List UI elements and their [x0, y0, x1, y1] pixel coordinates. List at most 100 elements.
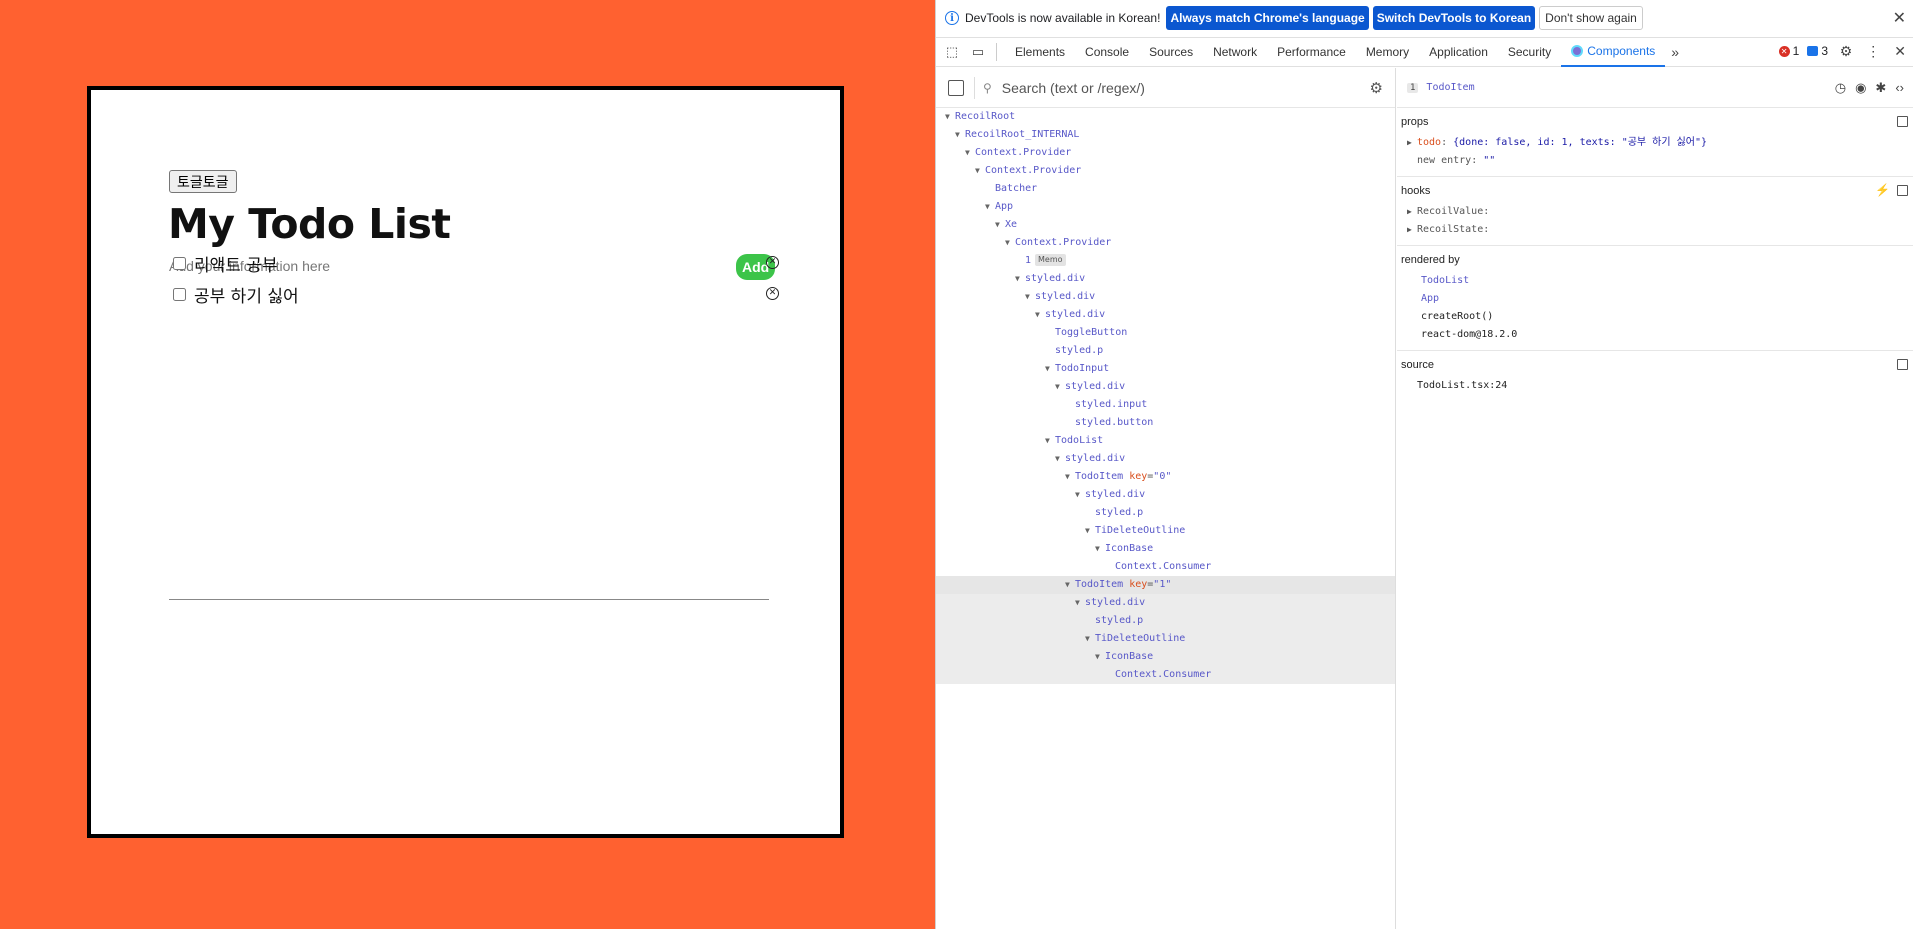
tab-performance[interactable]: Performance — [1267, 38, 1356, 67]
expand-arrow-icon[interactable]: ▼ — [1015, 270, 1025, 288]
tree-node[interactable]: ▼ TodoItem key="1" — [936, 576, 1395, 594]
tab-application[interactable]: Application — [1419, 38, 1498, 67]
expand-arrow-icon[interactable]: ▼ — [1085, 630, 1095, 648]
tree-node[interactable]: ▼ RecoilRoot — [936, 108, 1395, 126]
rendered-by-item[interactable]: TodoList — [1401, 272, 1910, 290]
tree-node[interactable]: ▼ App — [936, 198, 1395, 216]
expand-arrow-icon[interactable]: ▼ — [1065, 468, 1075, 486]
tree-node[interactable]: ▼ styled.div — [936, 288, 1395, 306]
tree-node[interactable]: ▼ styled.div — [936, 486, 1395, 504]
expand-arrow-icon[interactable]: ▼ — [1045, 432, 1055, 450]
expand-arrow-icon[interactable]: ▼ — [1095, 540, 1105, 558]
tree-node[interactable]: Context.Consumer — [936, 558, 1395, 576]
tree-node[interactable]: ▼ Context.Provider — [936, 234, 1395, 252]
tree-node[interactable]: ▼ styled.div — [936, 378, 1395, 396]
expand-arrow-icon[interactable]: ▶ — [1407, 221, 1417, 239]
tree-node[interactable]: ▼ styled.div — [936, 306, 1395, 324]
tab-memory[interactable]: Memory — [1356, 38, 1419, 67]
tree-node[interactable]: ▼ Context.Provider — [936, 162, 1395, 180]
expand-arrow-icon[interactable]: ▼ — [1055, 450, 1065, 468]
more-tabs-icon[interactable]: » — [1665, 44, 1685, 60]
rendered-by-item[interactable]: App — [1401, 290, 1910, 308]
expand-arrow-icon[interactable]: ▶ — [1407, 203, 1417, 221]
delete-icon[interactable]: ✕ — [766, 287, 779, 300]
timer-icon[interactable]: ◷ — [1835, 80, 1846, 96]
tab-console[interactable]: Console — [1075, 38, 1139, 67]
tree-node[interactable]: ▼ styled.div — [936, 270, 1395, 288]
tab-network[interactable]: Network — [1203, 38, 1267, 67]
tab-elements[interactable]: Elements — [1005, 38, 1075, 67]
kebab-menu-icon[interactable]: ⋮ — [1866, 43, 1880, 60]
switch-language-button[interactable]: Switch DevTools to Korean — [1372, 6, 1536, 30]
tree-node[interactable]: 1 Memo — [936, 252, 1395, 270]
expand-arrow-icon[interactable]: ▶ — [1407, 134, 1417, 152]
expand-arrow-icon[interactable]: ▼ — [975, 162, 985, 180]
tree-node[interactable]: ▼ styled.div — [936, 450, 1395, 468]
eye-icon[interactable]: ◉ — [1855, 80, 1866, 96]
tree-node[interactable]: ▼ TiDeleteOutline — [936, 630, 1395, 648]
tab-sources[interactable]: Sources — [1139, 38, 1203, 67]
todo-checkbox[interactable] — [173, 287, 186, 301]
expand-arrow-icon[interactable]: ▼ — [1085, 522, 1095, 540]
expand-arrow-icon[interactable]: ▼ — [1005, 234, 1015, 252]
match-language-button[interactable]: Always match Chrome's language — [1166, 6, 1369, 30]
tree-node[interactable]: ▼ styled.div — [936, 594, 1395, 612]
tree-search-input[interactable] — [1001, 79, 1342, 96]
expand-arrow-icon[interactable]: ▼ — [965, 144, 975, 162]
expand-arrow-icon[interactable]: ▼ — [1025, 288, 1035, 306]
expand-arrow-icon[interactable]: ▼ — [1065, 576, 1075, 594]
settings-icon[interactable]: ⚙ — [1840, 43, 1853, 60]
tree-node[interactable]: styled.p — [936, 504, 1395, 522]
issues-counter[interactable]: ✕ 1 3 — [1778, 44, 1828, 58]
expand-arrow-icon[interactable]: ▼ — [985, 198, 995, 216]
hook-row[interactable]: ▶ RecoilValue: — [1401, 203, 1910, 221]
expand-arrow-icon[interactable]: ▼ — [1075, 594, 1085, 612]
select-component-icon[interactable] — [948, 79, 964, 96]
expand-arrow-icon[interactable]: ▼ — [955, 126, 965, 144]
expand-arrow-icon[interactable]: ▼ — [1095, 648, 1105, 666]
tree-node[interactable]: ▼ Xe — [936, 216, 1395, 234]
tree-node[interactable]: ▼ TodoList — [936, 432, 1395, 450]
source-file[interactable]: TodoList.tsx:24 — [1401, 377, 1910, 395]
tree-node[interactable]: ▼ IconBase — [936, 540, 1395, 558]
copy-icon[interactable] — [1897, 359, 1908, 370]
toggle-button[interactable]: 토글토글 — [169, 170, 237, 193]
tab-security[interactable]: Security — [1498, 38, 1561, 67]
expand-arrow-icon[interactable]: ▼ — [1055, 378, 1065, 396]
dont-show-again-button[interactable]: Don't show again — [1539, 6, 1643, 30]
tab-components[interactable]: Components — [1561, 38, 1666, 67]
magic-wand-icon[interactable]: ⚡ — [1875, 183, 1890, 197]
tree-node[interactable]: styled.p — [936, 342, 1395, 360]
tree-node[interactable]: styled.p — [936, 612, 1395, 630]
prop-row[interactable]: ▶ todo: {done: false, id: 1, texts: "공부 하… — [1401, 134, 1910, 152]
inspect-element-icon[interactable]: ⬚ — [942, 42, 962, 62]
tree-node[interactable]: ▼ TodoItem key="0" — [936, 468, 1395, 486]
close-devtools-icon[interactable]: ✕ — [1894, 43, 1906, 60]
hook-row[interactable]: ▶ RecoilState: — [1401, 221, 1910, 239]
tree-node[interactable]: ToggleButton — [936, 324, 1395, 342]
expand-arrow-icon[interactable]: ▼ — [1075, 486, 1085, 504]
expand-arrow-icon[interactable]: ▼ — [945, 108, 955, 126]
copy-icon[interactable] — [1897, 185, 1908, 196]
tree-node[interactable]: ▼ IconBase — [936, 648, 1395, 666]
settings-icon[interactable]: ⚙ — [1370, 79, 1383, 97]
tree-node[interactable]: ▼ TiDeleteOutline — [936, 522, 1395, 540]
tree-node[interactable]: ▼ Context.Provider — [936, 144, 1395, 162]
expand-arrow-icon[interactable]: ▼ — [995, 216, 1005, 234]
code-icon[interactable]: ‹› — [1895, 80, 1904, 96]
copy-icon[interactable] — [1897, 116, 1908, 127]
expand-arrow-icon[interactable]: ▼ — [1045, 360, 1055, 378]
bug-icon[interactable]: ✱ — [1875, 80, 1886, 96]
tree-node[interactable]: styled.button — [936, 414, 1395, 432]
device-toolbar-icon[interactable]: ▭ — [968, 42, 988, 62]
tree-node[interactable]: Batcher — [936, 180, 1395, 198]
delete-icon[interactable]: ✕ — [766, 256, 779, 269]
close-icon[interactable]: ✕ — [1893, 8, 1906, 28]
new-entry-row[interactable]: new entry: "" — [1401, 152, 1910, 170]
tree-node[interactable]: ▼ RecoilRoot_INTERNAL — [936, 126, 1395, 144]
todo-checkbox[interactable] — [173, 256, 186, 270]
expand-arrow-icon[interactable]: ▼ — [1035, 306, 1045, 324]
tree-node[interactable]: ▼ TodoInput — [936, 360, 1395, 378]
tree-node[interactable]: Context.Consumer — [936, 666, 1395, 684]
tree-node[interactable]: styled.input — [936, 396, 1395, 414]
